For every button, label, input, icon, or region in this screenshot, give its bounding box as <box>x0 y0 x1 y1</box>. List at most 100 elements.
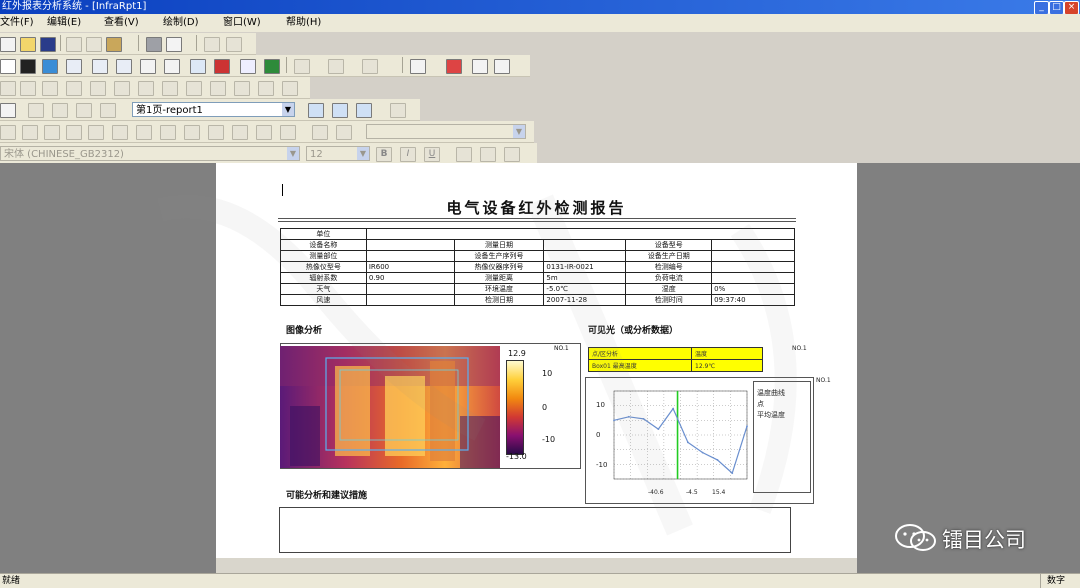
menu-edit[interactable]: 编辑(E) <box>47 14 81 32</box>
select-icon[interactable] <box>0 81 16 96</box>
arrow-icon[interactable] <box>162 81 178 96</box>
underline-button[interactable]: U <box>424 147 440 162</box>
paste-icon[interactable] <box>106 37 122 52</box>
ellipse-icon[interactable] <box>66 81 82 96</box>
minus-icon[interactable] <box>336 125 352 140</box>
analysis-cell-box: Box01 最高温度 <box>588 359 692 372</box>
zoom-tool-icon[interactable] <box>210 81 226 96</box>
pointer-icon[interactable] <box>0 59 16 74</box>
font-size-select[interactable]: 12 ▼ <box>306 146 370 161</box>
next-page-icon[interactable] <box>76 103 92 118</box>
forward-arrow-icon[interactable] <box>282 81 298 96</box>
menu-draw[interactable]: 绘制(D) <box>163 14 199 32</box>
close-button[interactable]: × <box>1064 1 1079 15</box>
chevron-down-icon[interactable]: ▼ <box>513 125 525 138</box>
print-icon[interactable] <box>146 37 162 52</box>
table-ops-icon[interactable] <box>0 125 16 140</box>
chevron-down-icon[interactable]: ▼ <box>282 103 294 116</box>
back-arrow-icon[interactable] <box>258 81 274 96</box>
zoom-in-icon[interactable] <box>308 103 324 118</box>
status-bar: 就绪 数字 <box>0 573 1080 588</box>
line-color-icon[interactable] <box>328 59 344 74</box>
copy-format-icon[interactable] <box>140 59 156 74</box>
open-folder-icon[interactable] <box>20 37 36 52</box>
play-back-icon[interactable] <box>160 125 176 140</box>
cut-icon[interactable] <box>66 37 82 52</box>
chevron-down-icon[interactable]: ▼ <box>357 147 369 160</box>
rewind-icon[interactable] <box>112 125 128 140</box>
palette-icon[interactable] <box>264 59 280 74</box>
report-icon[interactable] <box>0 103 16 118</box>
end-icon[interactable] <box>280 125 296 140</box>
frame-select[interactable]: ▼ <box>366 124 526 139</box>
minimize-button[interactable]: _ <box>1034 1 1049 15</box>
maximize-button[interactable]: □ <box>1049 1 1064 15</box>
align-right-icon[interactable] <box>504 147 520 162</box>
rectangle-icon[interactable] <box>164 59 180 74</box>
report-page[interactable]: 电气设备红外检测报告 单位 设备名称 测量日期 设备型号 测量部位 设备生产序列号 设备生产… <box>216 163 857 558</box>
remark-box[interactable] <box>279 507 791 553</box>
step-back-icon[interactable] <box>136 125 152 140</box>
insert-col-icon[interactable] <box>44 125 60 140</box>
grid-icon[interactable] <box>116 59 132 74</box>
italic-button[interactable]: I <box>400 147 416 162</box>
prev-page-icon[interactable] <box>52 103 68 118</box>
last-page-icon[interactable] <box>100 103 116 118</box>
close-preview-icon[interactable] <box>390 103 406 118</box>
copy-icon[interactable] <box>86 37 102 52</box>
measure-icon[interactable] <box>234 81 250 96</box>
delete-row-icon[interactable] <box>66 125 82 140</box>
page-select[interactable]: 第1页-report1 ▼ <box>132 102 295 117</box>
redo-icon[interactable] <box>226 37 242 52</box>
font-name-select[interactable]: 宋体 (CHINESE_GB2312) ▼ <box>0 146 300 161</box>
camera-icon[interactable] <box>20 59 36 74</box>
pause-icon[interactable] <box>184 125 200 140</box>
table-icon[interactable] <box>66 59 82 74</box>
line-chart-icon[interactable] <box>190 59 206 74</box>
font-color-icon[interactable] <box>362 59 378 74</box>
form-icon[interactable] <box>92 59 108 74</box>
bold-button[interactable]: B <box>376 147 392 162</box>
menu-window[interactable]: 窗口(W) <box>223 14 261 32</box>
zoom-fit-icon[interactable] <box>356 103 372 118</box>
delete-icon[interactable] <box>114 81 130 96</box>
info-value-cell: 0131-IR-0021 <box>543 261 627 273</box>
box-tool-icon[interactable] <box>90 81 106 96</box>
menu-view[interactable]: 查看(V) <box>104 14 139 32</box>
arrange-icon[interactable] <box>446 59 462 74</box>
chevron-down-icon[interactable]: ▼ <box>287 147 299 160</box>
image-icon[interactable] <box>42 59 58 74</box>
undo-icon[interactable] <box>204 37 220 52</box>
align-icon[interactable] <box>494 59 510 74</box>
step-forward-icon[interactable] <box>232 125 248 140</box>
insert-row-icon[interactable] <box>22 125 38 140</box>
first-page-icon[interactable] <box>28 103 44 118</box>
print-preview-icon[interactable] <box>166 37 182 52</box>
align-left-icon[interactable] <box>456 147 472 162</box>
new-file-icon[interactable] <box>0 37 16 52</box>
point-icon[interactable] <box>20 81 36 96</box>
analysis-label: NO.1 <box>792 345 807 352</box>
plus-icon[interactable] <box>312 125 328 140</box>
delete-col-icon[interactable] <box>88 125 104 140</box>
bar-chart-icon[interactable] <box>214 59 230 74</box>
curve-icon[interactable] <box>240 59 256 74</box>
line-tool-icon[interactable] <box>42 81 58 96</box>
info-cell: 单位 <box>280 228 367 240</box>
menu-help[interactable]: 帮助(H) <box>286 14 321 32</box>
polyline-icon[interactable] <box>186 81 202 96</box>
zoom-out-icon[interactable] <box>332 103 348 118</box>
title-bar: 红外报表分析系统 - [InfraRpt1] _ □ × <box>0 0 1080 15</box>
cross-icon[interactable] <box>138 81 154 96</box>
report-title: 电气设备红外检测报告 <box>446 199 627 217</box>
play-icon[interactable] <box>208 125 224 140</box>
line-style-icon[interactable] <box>410 59 426 74</box>
align-center-icon[interactable] <box>480 147 496 162</box>
fill-color-icon[interactable] <box>294 59 310 74</box>
save-icon[interactable] <box>40 37 56 52</box>
temperature-line-chart[interactable] <box>588 381 751 491</box>
pen-icon[interactable] <box>472 59 488 74</box>
menu-file[interactable]: 文件(F) <box>0 14 34 32</box>
thermal-image[interactable] <box>280 346 500 468</box>
fast-forward-icon[interactable] <box>256 125 272 140</box>
